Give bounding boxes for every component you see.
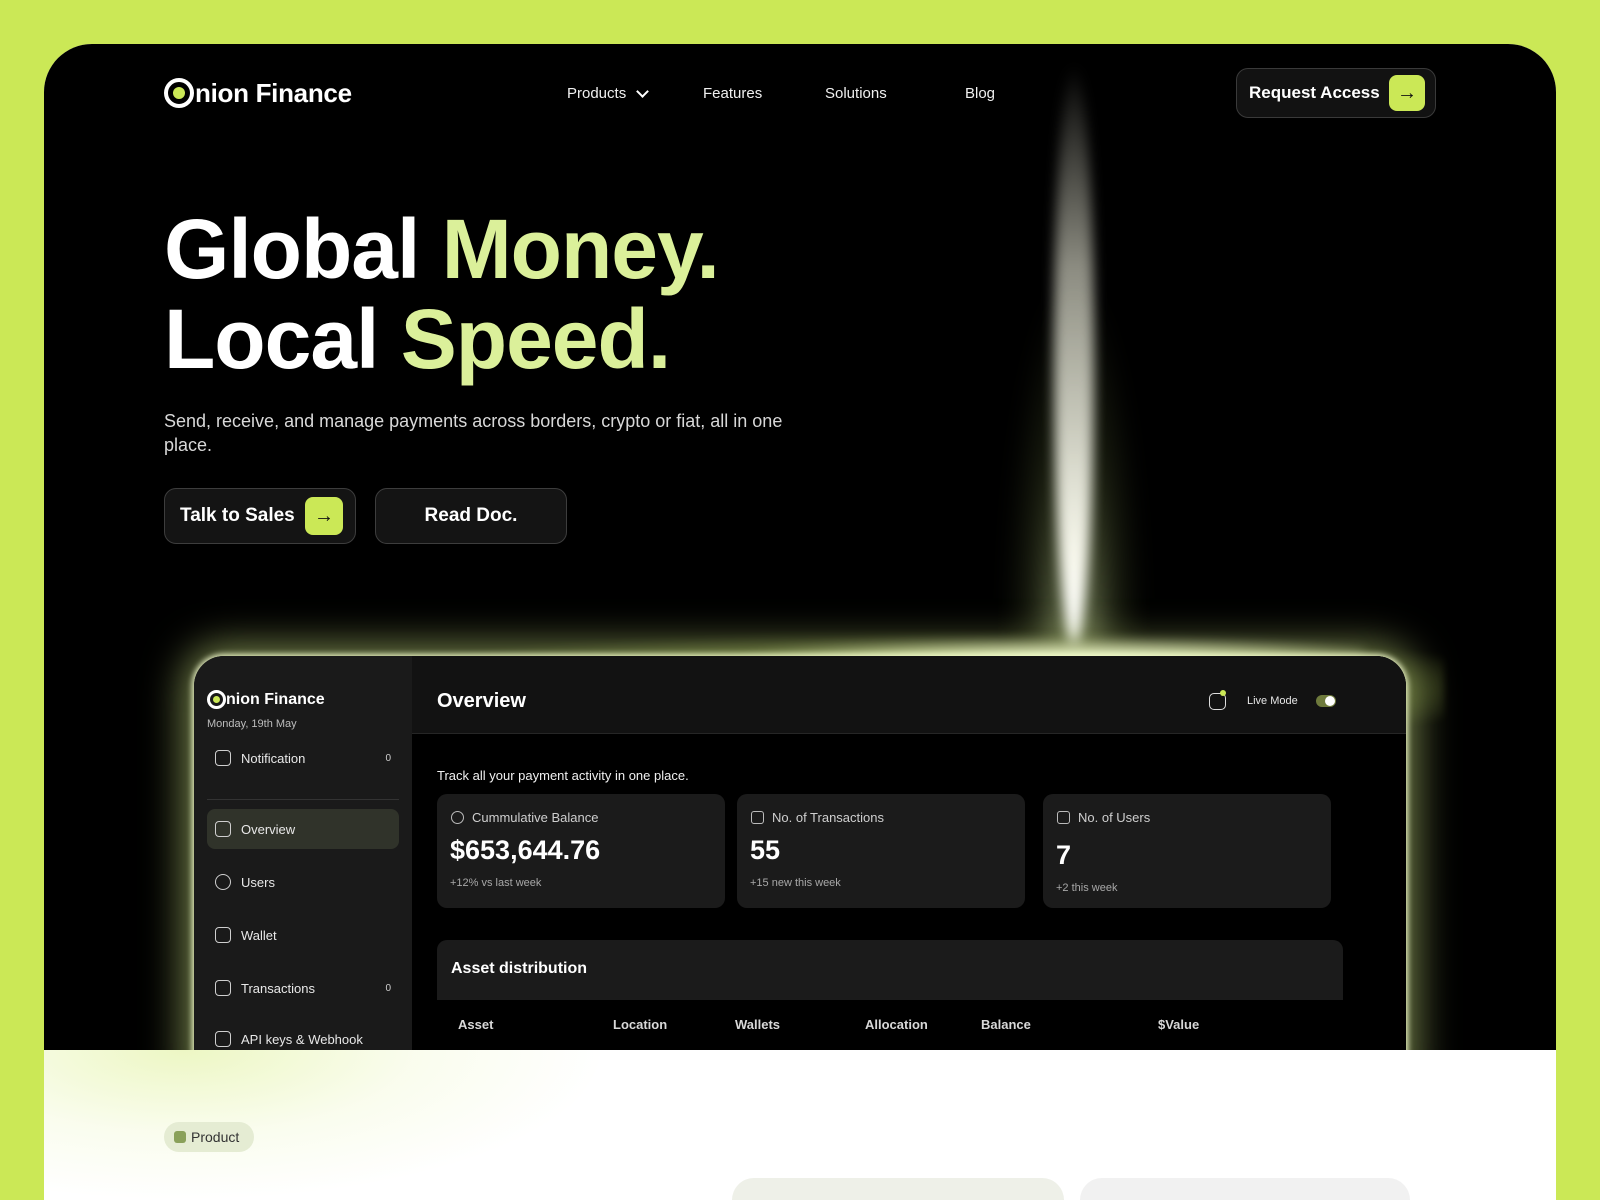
dashboard-preview: nion Finance Monday, 19th May Notificati… xyxy=(194,656,1406,1050)
stat-card-delta: +2 this week xyxy=(1056,882,1118,894)
headline-line1-accent: Money. xyxy=(441,202,720,296)
lower-section-glow xyxy=(44,1050,744,1200)
dashboard-logo[interactable]: nion Finance xyxy=(207,690,325,709)
onion-logo-icon xyxy=(207,690,226,709)
column-header-value[interactable]: $Value xyxy=(1158,1017,1199,1032)
dashboard-brand: nion Finance xyxy=(226,690,325,708)
nav-blog-label: Blog xyxy=(965,85,996,102)
sidebar-item-api-keys[interactable]: API keys & Webhook xyxy=(207,1019,399,1050)
column-header-wallets[interactable]: Wallets xyxy=(735,1017,780,1032)
arrow-right-icon: → xyxy=(305,497,343,535)
users-icon xyxy=(1057,811,1070,824)
headline-line1-white: Global xyxy=(164,202,442,296)
sidebar-item-label: Wallet xyxy=(241,927,277,943)
overview-icon xyxy=(215,821,231,837)
live-mode-label: Live Mode xyxy=(1247,695,1298,707)
hero-section: nion Finance Products Features Solutions… xyxy=(44,44,1556,1050)
page-frame: nion Finance Products Features Solutions… xyxy=(44,44,1556,1200)
column-header-location[interactable]: Location xyxy=(613,1017,667,1032)
sidebar-divider xyxy=(207,799,399,800)
sidebar-item-label: Transactions xyxy=(241,980,315,996)
product-badge-label: Product xyxy=(191,1129,240,1145)
sidebar-item-wallet[interactable]: Wallet xyxy=(207,915,399,955)
notification-count: 0 xyxy=(385,752,391,764)
nav-features-label: Features xyxy=(703,85,763,102)
sidebar-item-label: Overview xyxy=(241,821,296,837)
terminal-icon xyxy=(215,1031,231,1047)
chevron-down-icon xyxy=(636,84,650,98)
nav-features[interactable]: Features xyxy=(703,85,762,102)
stat-card-label: No. of Users xyxy=(1078,810,1151,825)
read-doc-button[interactable]: Read Doc. xyxy=(375,488,567,544)
stat-card-delta: +15 new this week xyxy=(750,877,841,889)
headline-line2-white: Local xyxy=(164,292,401,386)
stat-card-users[interactable]: No. of Users 7 +2 this week xyxy=(1043,794,1331,908)
stat-card-delta: +12% vs last week xyxy=(450,877,542,889)
notification-icon xyxy=(215,750,231,766)
column-header-balance[interactable]: Balance xyxy=(981,1017,1031,1032)
brand-name: nion Finance xyxy=(195,77,352,108)
stat-card-label: Cummulative Balance xyxy=(472,810,599,825)
stat-card-value: $653,644.76 xyxy=(450,835,601,865)
wallet-icon xyxy=(215,927,231,943)
brand-logo[interactable]: nion Finance xyxy=(164,77,352,109)
light-beam xyxy=(1054,64,1094,644)
product-badge: Product xyxy=(164,1122,254,1152)
sidebar-item-overview[interactable]: Overview xyxy=(207,809,399,849)
product-card-preview xyxy=(732,1178,1064,1200)
sidebar-item-label: API keys & Webhook xyxy=(241,1031,363,1047)
arrow-right-icon: → xyxy=(1389,75,1425,111)
receipt-icon xyxy=(215,980,231,996)
request-access-label: Request Access xyxy=(1249,83,1380,102)
sidebar-item-notification[interactable]: Notification 0 xyxy=(207,738,399,778)
product-card-preview xyxy=(1080,1178,1410,1200)
talk-to-sales-button[interactable]: Talk to Sales → xyxy=(164,488,356,544)
hero-subtitle: Send, receive, and manage payments acros… xyxy=(164,411,783,455)
sidebar-item-label: Notification xyxy=(241,750,306,766)
dollar-circle-icon xyxy=(451,811,464,824)
sidebar-item-users[interactable]: Users xyxy=(207,862,399,902)
page-title: Overview xyxy=(437,690,526,712)
unread-dot xyxy=(1220,690,1226,696)
headline-line2-accent: Speed. xyxy=(400,292,671,386)
stat-card-value: 55 xyxy=(750,835,781,865)
column-header-allocation[interactable]: Allocation xyxy=(865,1017,928,1032)
stat-card-balance[interactable]: Cummulative Balance $653,644.76 +12% vs … xyxy=(437,794,725,908)
user-icon xyxy=(215,874,231,890)
dashboard-sidebar: nion Finance Monday, 19th May Notificati… xyxy=(194,656,412,1050)
asset-distribution-title: Asset distribution xyxy=(451,960,588,977)
live-mode-toggle[interactable] xyxy=(1316,695,1336,707)
dashboard-main: Overview Live Mode Track all your paymen… xyxy=(412,656,1406,1050)
hero-headline: Global Money. Local Speed. xyxy=(164,202,720,386)
nav-products[interactable]: Products xyxy=(567,84,650,102)
sidebar-item-transactions[interactable]: Transactions 0 xyxy=(207,968,399,1008)
badge-square-icon xyxy=(174,1131,186,1143)
talk-to-sales-label: Talk to Sales xyxy=(180,505,295,526)
column-header-asset[interactable]: Asset xyxy=(458,1017,493,1032)
onion-logo-icon xyxy=(164,78,194,108)
stat-card-label: No. of Transactions xyxy=(772,810,884,825)
dashboard-tagline: Track all your payment activity in one p… xyxy=(437,768,689,783)
nav-blog[interactable]: Blog xyxy=(965,85,995,102)
stat-card-value: 7 xyxy=(1056,840,1072,870)
asset-distribution-panel: Asset distribution xyxy=(437,940,1343,1000)
dashboard-header: Overview Live Mode xyxy=(412,656,1406,734)
nav-products-label: Products xyxy=(567,85,627,102)
grid-icon xyxy=(751,811,764,824)
sidebar-item-label: Users xyxy=(241,874,275,890)
transactions-count: 0 xyxy=(385,982,391,994)
nav-solutions-label: Solutions xyxy=(825,85,887,102)
dashboard-date: Monday, 19th May xyxy=(207,718,297,730)
stat-card-transactions[interactable]: No. of Transactions 55 +15 new this week xyxy=(737,794,1025,908)
nav-solutions[interactable]: Solutions xyxy=(825,85,887,102)
request-access-button[interactable]: Request Access → xyxy=(1236,68,1436,118)
